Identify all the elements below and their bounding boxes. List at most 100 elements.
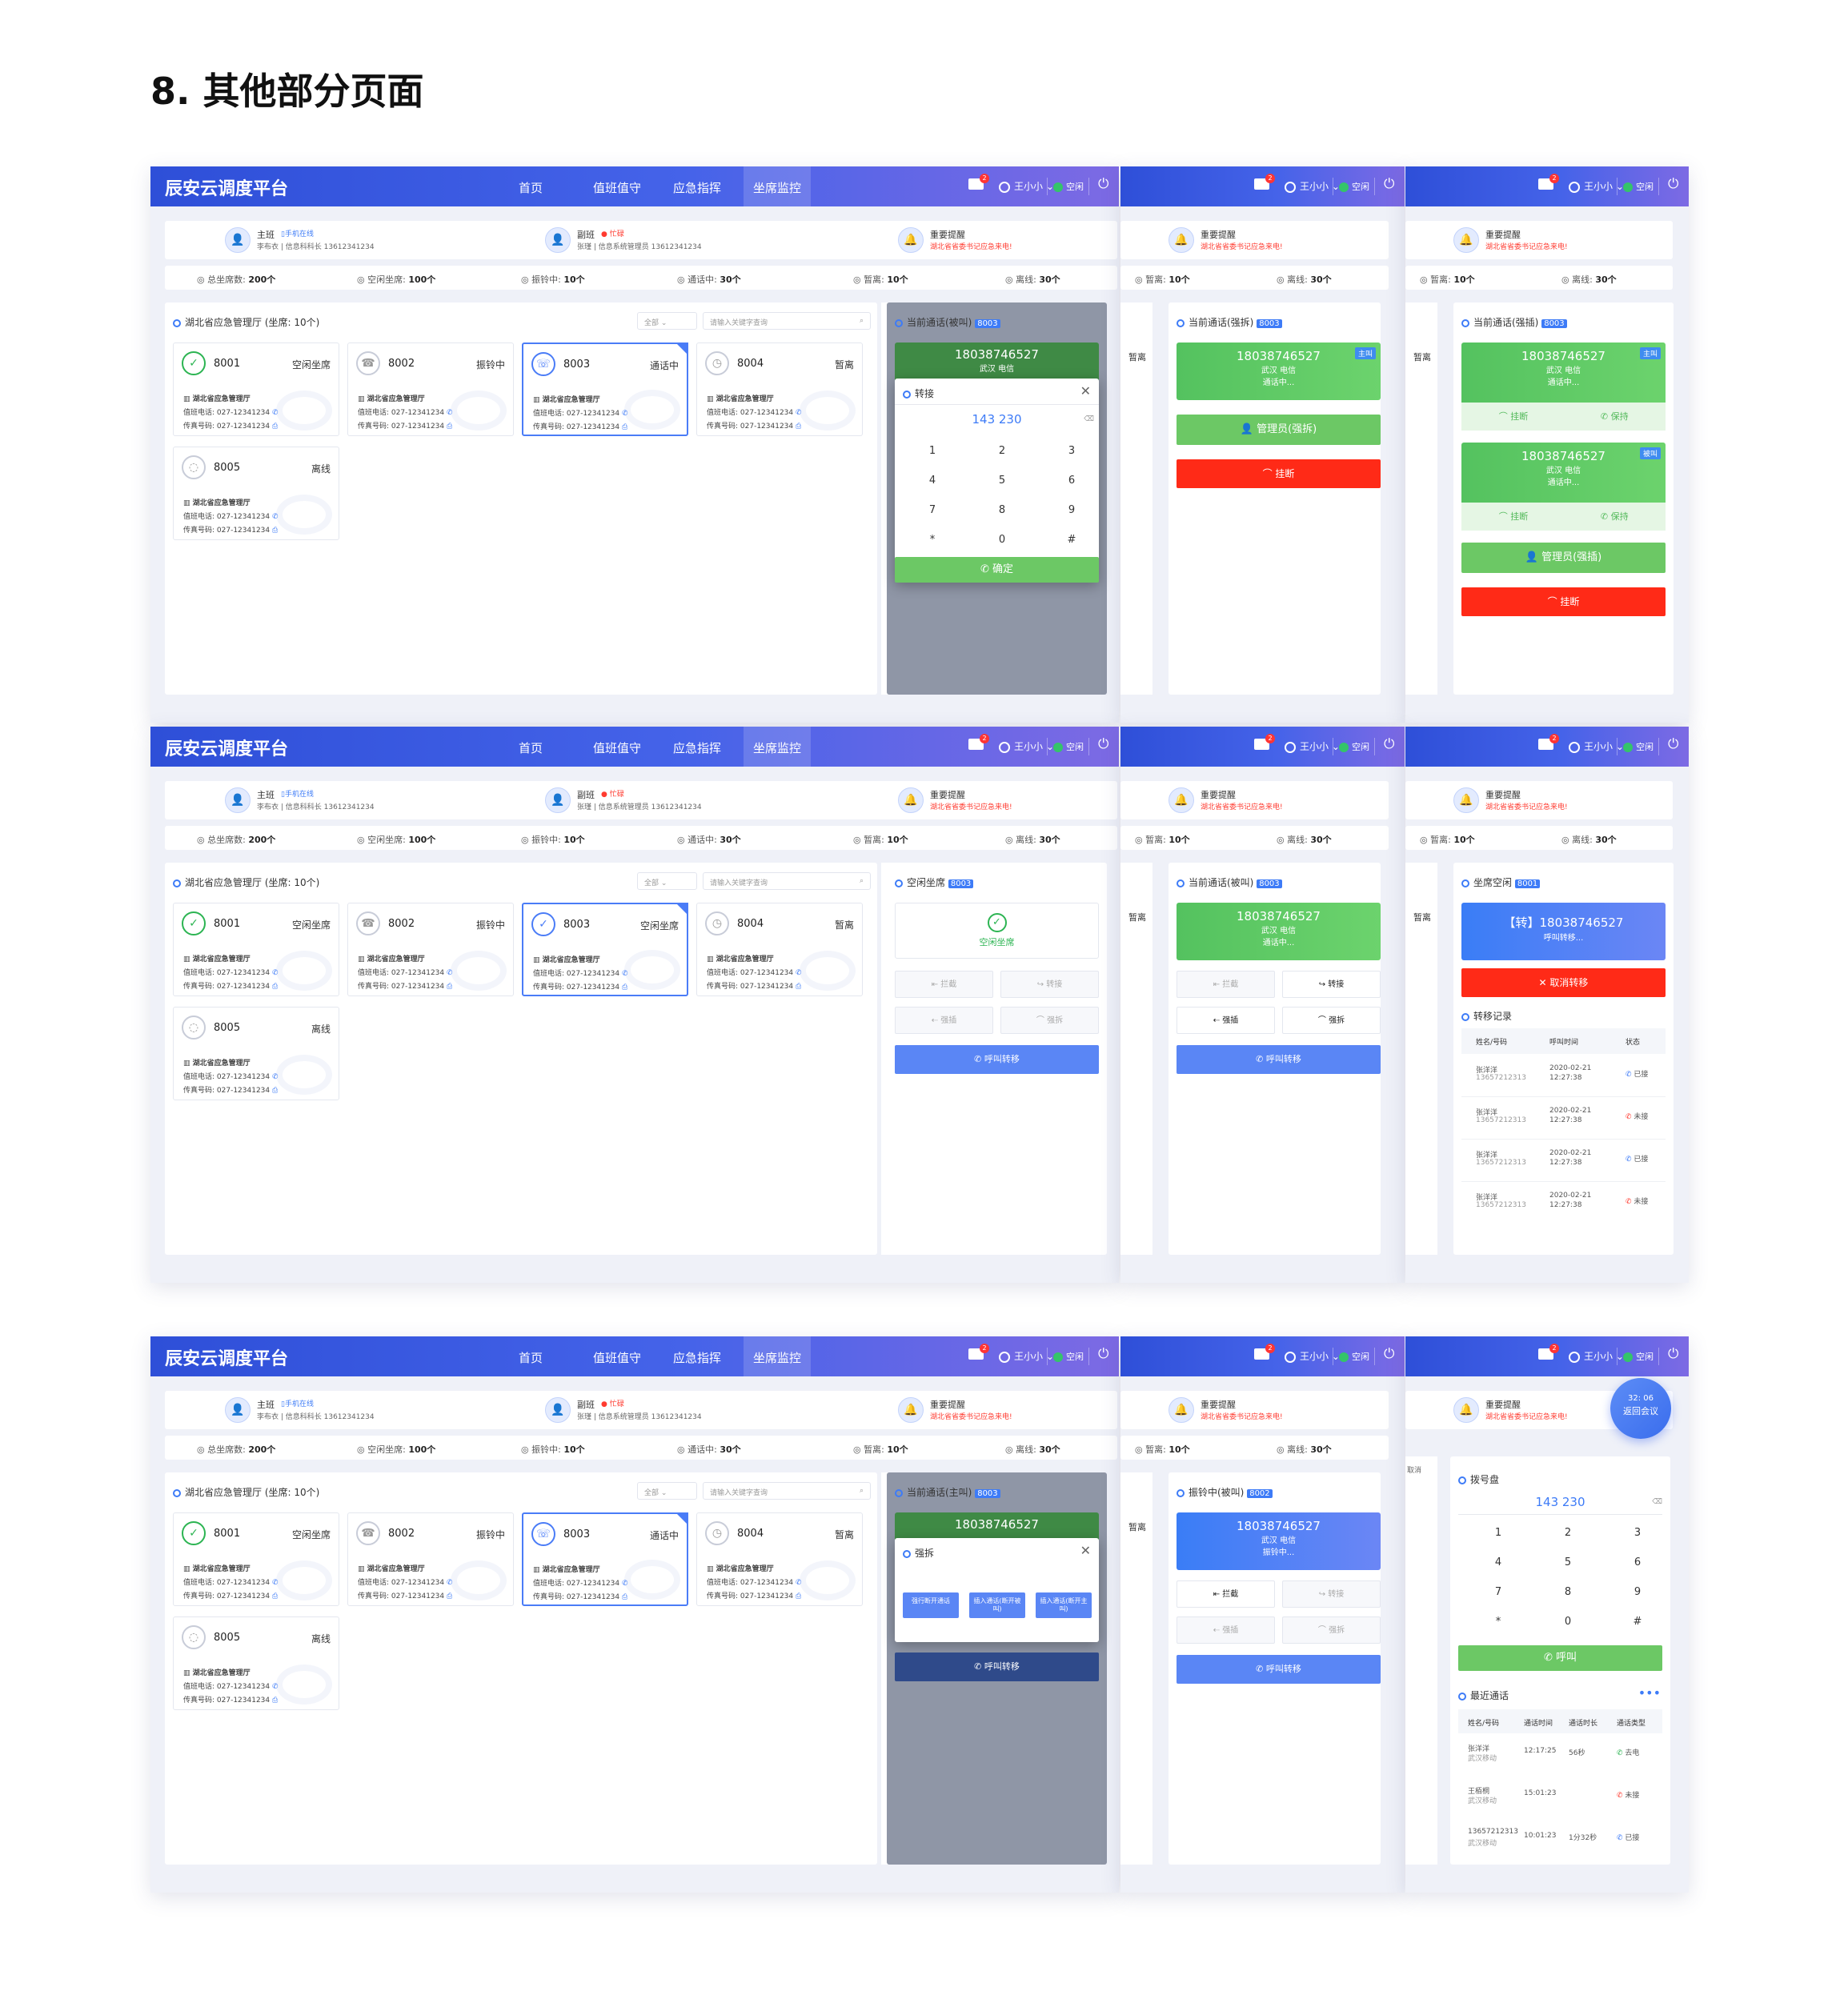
force-break-option[interactable]: 插入通话(断开被叫) — [969, 1592, 1025, 1618]
force_break-button[interactable]: ⌒ 强拆 — [1282, 1616, 1381, 1644]
seat-card[interactable]: ◌ 8005 离线 ▥ 湖北省应急管理厅 值班电话: 027-12341234 ✆ 传真号… — [173, 1007, 339, 1100]
seat-card[interactable]: ✓ 8003 空闲坐席 ▥ 湖北省应急管理厅 值班电话: 027-12341234 ✆ 传… — [522, 903, 688, 996]
power-icon[interactable]: ⏻ — [1668, 176, 1678, 192]
search-input[interactable]: 请输入关键字查询 ⌕ — [703, 312, 871, 330]
backspace-icon[interactable]: ⌫ — [1652, 1498, 1662, 1506]
seat-card[interactable]: ◷ 8004 暂离 ▥ 湖北省应急管理厅 值班电话: 027-12341234 ✆ 传真号… — [696, 1512, 863, 1606]
status-indicator[interactable]: 空闲 — [1053, 1350, 1084, 1363]
status-indicator[interactable]: 空闲 — [1623, 180, 1654, 193]
call-transfer-button[interactable]: ✆ 呼叫转移 — [895, 1652, 1099, 1681]
nav-home[interactable]: 首页 — [519, 739, 543, 756]
dial-key[interactable]: 0 — [970, 534, 1034, 546]
power-icon[interactable]: ⏻ — [1098, 176, 1108, 192]
backspace-icon[interactable]: ⌫ — [1084, 415, 1094, 423]
mail-icon[interactable]: 2 — [1538, 174, 1559, 190]
user-menu[interactable]: 王小小 ⌄ — [999, 739, 1054, 753]
dial-key[interactable]: 7 — [1466, 1586, 1530, 1598]
force-break-option[interactable]: 插入通话(断开主叫) — [1036, 1592, 1092, 1618]
nav-command[interactable]: 应急指挥 — [673, 1349, 721, 1366]
dial-key[interactable]: # — [1040, 534, 1104, 546]
status-indicator[interactable]: 空闲 — [1339, 740, 1369, 753]
nav-command[interactable]: 应急指挥 — [673, 739, 721, 756]
return-meeting-button[interactable]: 32: 06 返回会议 — [1610, 1378, 1671, 1439]
hangup-button[interactable]: ⌒ 挂断 — [1462, 403, 1565, 431]
dial-key[interactable]: 8 — [970, 504, 1034, 516]
force_insert-button[interactable]: ⇠ 强插 — [895, 1007, 993, 1034]
hangup-button[interactable]: ⌒ 挂断 — [1461, 587, 1666, 616]
status-indicator[interactable]: 空闲 — [1623, 1350, 1654, 1363]
seat-card[interactable]: ☏ 8003 通话中 ▥ 湖北省应急管理厅 值班电话: 027-12341234 ✆ 传真… — [522, 343, 688, 436]
mail-icon[interactable]: 2 — [1254, 174, 1275, 190]
dial-key[interactable]: 9 — [1605, 1586, 1670, 1598]
force_break-button[interactable]: ⌒ 强拆 — [1282, 1007, 1381, 1034]
transfer-button[interactable]: ↪ 转接 — [1282, 971, 1381, 998]
power-icon[interactable]: ⏻ — [1098, 1346, 1108, 1362]
dial-key[interactable]: 5 — [970, 475, 1034, 487]
dial-key[interactable]: 4 — [1466, 1556, 1530, 1568]
force_insert-button[interactable]: ⇠ 强插 — [1177, 1007, 1275, 1034]
nav-duty[interactable]: 值班值守 — [593, 1349, 641, 1366]
seat-card[interactable]: ◷ 8004 暂离 ▥ 湖北省应急管理厅 值班电话: 027-12341234 ✆ 传真号… — [696, 903, 863, 996]
filter-select[interactable]: 全部 ⌄ — [637, 312, 697, 330]
dial-input[interactable]: 143 230 — [895, 412, 1099, 427]
filter-select[interactable]: 全部 ⌄ — [637, 1482, 697, 1500]
dial-key[interactable]: 8 — [1536, 1586, 1600, 1598]
user-menu[interactable]: 王小小 ⌄ — [1569, 1349, 1624, 1363]
seat-card[interactable]: ☎ 8002 振铃中 ▥ 湖北省应急管理厅 值班电话: 027-12341234 ✆ 传真… — [347, 903, 514, 996]
nav-monitor[interactable]: 坐席监控 — [744, 1336, 812, 1376]
mail-icon[interactable]: 2 — [1254, 734, 1275, 750]
seat-card[interactable]: ✓ 8001 空闲坐席 ▥ 湖北省应急管理厅 值班电话: 027-12341234 ✆ 传… — [173, 343, 339, 436]
power-icon[interactable]: ⏻ — [1668, 736, 1678, 752]
call-transfer-button[interactable]: ✆ 呼叫转移 — [895, 1045, 1099, 1074]
power-icon[interactable]: ⏻ — [1098, 736, 1108, 752]
nav-monitor[interactable]: 坐席监控 — [744, 166, 812, 206]
nav-command[interactable]: 应急指挥 — [673, 179, 721, 196]
dial-key[interactable]: 9 — [1040, 504, 1104, 516]
dial-key[interactable]: 6 — [1605, 1556, 1670, 1568]
hold-button[interactable]: ✆ 保持 — [1565, 503, 1665, 531]
search-input[interactable]: 请输入关键字查询 ⌕ — [703, 872, 871, 890]
user-menu[interactable]: 王小小 ⌄ — [1569, 739, 1624, 753]
user-menu[interactable]: 王小小 ⌄ — [1285, 179, 1340, 193]
user-menu[interactable]: 王小小 ⌄ — [1285, 739, 1340, 753]
call-transfer-button[interactable]: ✆ 呼叫转移 — [1177, 1655, 1381, 1684]
nav-home[interactable]: 首页 — [519, 179, 543, 196]
dial-key[interactable]: 4 — [900, 475, 964, 487]
power-icon[interactable]: ⏻ — [1384, 736, 1394, 752]
force_break-button[interactable]: ⌒ 强拆 — [1000, 1007, 1099, 1034]
power-icon[interactable]: ⏻ — [1384, 1346, 1394, 1362]
force-break-option[interactable]: 强行断开通话 — [903, 1592, 959, 1618]
mail-icon[interactable]: 2 — [1538, 734, 1559, 750]
hold-button[interactable]: ✆ 保持 — [1565, 403, 1665, 431]
status-indicator[interactable]: 空闲 — [1053, 180, 1084, 193]
seat-card[interactable]: ☎ 8002 振铃中 ▥ 湖北省应急管理厅 值班电话: 027-12341234 ✆ 传真… — [347, 343, 514, 436]
mail-icon[interactable]: 2 — [1254, 1344, 1275, 1360]
filter-select[interactable]: 全部 ⌄ — [637, 872, 697, 890]
intercept-button[interactable]: ⇤ 拦截 — [1177, 1580, 1275, 1608]
seat-card[interactable]: ✓ 8001 空闲坐席 ▥ 湖北省应急管理厅 值班电话: 027-12341234 ✆ 传… — [173, 903, 339, 996]
dial-key[interactable]: # — [1605, 1616, 1670, 1628]
seat-card[interactable]: ☏ 8003 通话中 ▥ 湖北省应急管理厅 值班电话: 027-12341234 ✆ 传真… — [522, 1512, 688, 1606]
intercept-button[interactable]: ⇤ 拦截 — [1177, 971, 1275, 998]
close-icon[interactable]: ✕ — [1080, 383, 1091, 399]
dial-key[interactable]: 1 — [1466, 1527, 1530, 1539]
dial-key[interactable]: 0 — [1536, 1616, 1600, 1628]
hangup-button[interactable]: ⌒ 挂断 — [1177, 459, 1381, 488]
dial-key[interactable]: 5 — [1536, 1556, 1600, 1568]
admin-force-insert-button[interactable]: 👤 管理员(强插) — [1461, 543, 1666, 573]
nav-duty[interactable]: 值班值守 — [593, 179, 641, 196]
close-icon[interactable]: ✕ — [1080, 1543, 1091, 1558]
dial-key[interactable]: 3 — [1040, 445, 1104, 457]
mail-icon[interactable]: 2 — [968, 734, 989, 750]
admin-force-break-button[interactable]: 👤 管理员(强拆) — [1177, 415, 1381, 445]
dial-key[interactable]: * — [1466, 1616, 1530, 1628]
call-transfer-button[interactable]: ✆ 呼叫转移 — [1177, 1045, 1381, 1074]
seat-card[interactable]: ◌ 8005 离线 ▥ 湖北省应急管理厅 值班电话: 027-12341234 ✆ 传真号… — [173, 447, 339, 540]
dial-key[interactable]: 3 — [1605, 1527, 1670, 1539]
confirm-button[interactable]: ✆ 确定 — [895, 557, 1099, 583]
mail-icon[interactable]: 2 — [1538, 1344, 1559, 1360]
status-indicator[interactable]: 空闲 — [1339, 180, 1369, 193]
transfer-button[interactable]: ↪ 转接 — [1282, 1580, 1381, 1608]
nav-monitor[interactable]: 坐席监控 — [744, 727, 812, 767]
dial-key[interactable]: 7 — [900, 504, 964, 516]
